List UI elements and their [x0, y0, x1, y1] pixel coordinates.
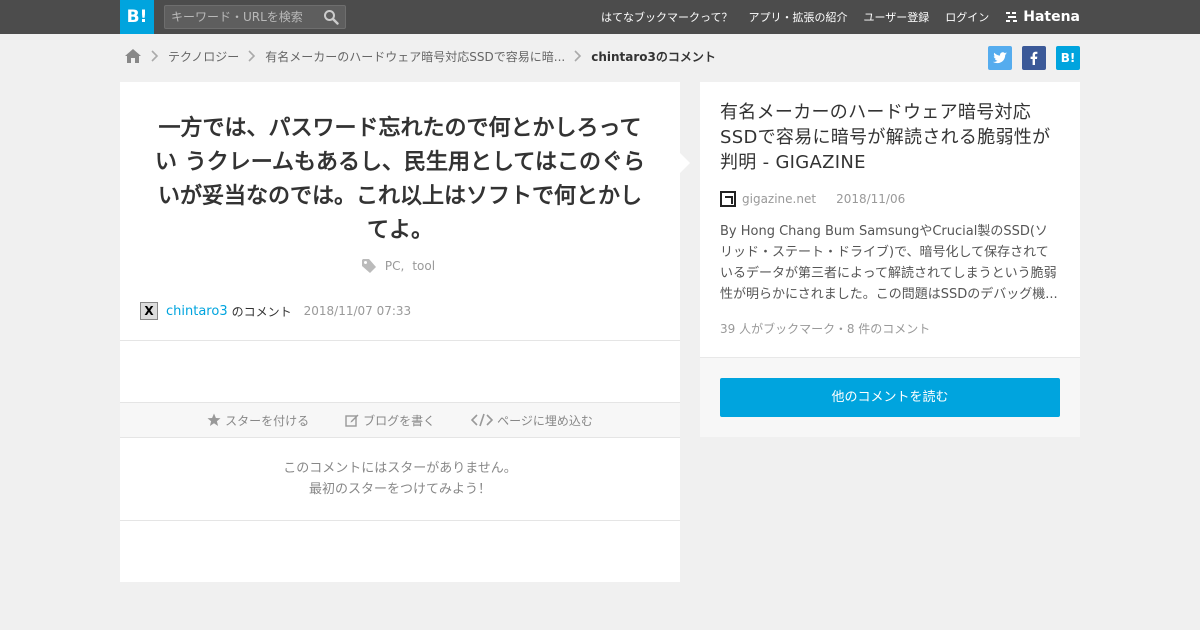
- no-star-message: このコメントにはスターがありません。 最初のスターをつけてみよう！: [120, 458, 680, 500]
- search-icon[interactable]: [323, 9, 339, 25]
- entry-summary: By Hong Chang Bum SamsungやCrucial製のSSD(ソ…: [720, 224, 1058, 302]
- add-star-button[interactable]: スターを付ける: [207, 412, 309, 429]
- no-star-line2: 最初のスターをつけてみよう！: [308, 482, 491, 497]
- add-star-label: スターを付ける: [225, 413, 310, 428]
- hatena-brand[interactable]: Hatena: [1005, 9, 1080, 25]
- user-name-link[interactable]: chintaro3: [166, 304, 228, 319]
- tag-tool[interactable]: tool: [412, 259, 435, 273]
- twitter-icon: [993, 52, 1007, 64]
- tag-icon: [361, 259, 376, 273]
- code-icon: [471, 413, 494, 427]
- home-icon[interactable]: [124, 48, 142, 64]
- hatena-logo-icon: [1006, 12, 1018, 22]
- star-icon: [207, 413, 221, 426]
- hatebu-share-button[interactable]: B!: [1056, 46, 1080, 70]
- read-other-comments-button[interactable]: 他のコメントを読む: [720, 378, 1060, 417]
- breadcrumb-category[interactable]: テクノロジー: [168, 48, 239, 65]
- nav-apps[interactable]: アプリ・拡張の紹介: [748, 9, 847, 25]
- entry-title-link[interactable]: 有名メーカーのハードウェア暗号対応SSDで容易に暗号が解読される脆弱性が判明 -…: [720, 100, 1065, 175]
- share-buttons: B!: [978, 46, 1080, 70]
- tag-list: PC, tool: [120, 258, 680, 274]
- nav-login[interactable]: ログイン: [945, 9, 989, 25]
- embed-button[interactable]: ページに埋め込む: [471, 412, 593, 429]
- facebook-share-button[interactable]: [1022, 46, 1046, 70]
- top-bar: B! はてなブックマークって？ アプリ・拡張の紹介 ユーザー登録 ログイン Ha…: [0, 0, 1200, 34]
- write-blog-button[interactable]: ブログを書く: [345, 412, 435, 429]
- nav-register[interactable]: ユーザー登録: [863, 9, 929, 25]
- comment-user-row: X chintaro3 のコメント 2018/11/07 07:33: [140, 302, 411, 320]
- hatena-brand-label: Hatena: [1023, 9, 1080, 25]
- entry-date: 2018/11/06: [836, 192, 906, 206]
- avatar[interactable]: X: [140, 302, 158, 320]
- comment-actions: スターを付ける ブログを書く ページに埋め込む: [120, 402, 680, 438]
- divider: [120, 520, 680, 521]
- chevron-right-icon: [248, 50, 256, 62]
- write-blog-label: ブログを書く: [363, 413, 436, 428]
- breadcrumb: テクノロジー 有名メーカーのハードウェア暗号対応SSDで容易に暗... chin…: [124, 46, 716, 66]
- divider: [120, 340, 680, 341]
- entry-domain[interactable]: gigazine.net: [742, 192, 816, 206]
- entry-panel-footer: 他のコメントを読む: [700, 357, 1080, 437]
- edit-icon: [345, 414, 359, 427]
- chevron-right-icon: [151, 50, 159, 62]
- user-comment-suffix: のコメント: [231, 304, 292, 319]
- breadcrumb-current: chintaro3のコメント: [591, 49, 716, 64]
- pointer-arrow: [680, 153, 690, 173]
- nav-about[interactable]: はてなブックマークって？: [601, 9, 732, 25]
- entry-counts[interactable]: 39 人がブックマーク・8 件のコメント: [720, 320, 930, 337]
- search-box[interactable]: [164, 5, 346, 29]
- top-nav: はてなブックマークって？ アプリ・拡張の紹介 ユーザー登録 ログイン Haten…: [585, 0, 1080, 34]
- facebook-icon: [1030, 51, 1038, 65]
- comment-date[interactable]: 2018/11/07 07:33: [304, 304, 412, 318]
- comment-card: 一方では、パスワード忘れたので何とかしろってい うクレームもあるし、民生用として…: [120, 82, 680, 582]
- site-favicon-icon: [720, 191, 736, 207]
- comment-text: 一方では、パスワード忘れたので何とかしろってい うクレームもあるし、民生用として…: [155, 116, 645, 243]
- tag-pc[interactable]: PC,: [385, 259, 404, 273]
- no-star-line1: このコメントにはスターがありません。: [283, 461, 517, 476]
- twitter-share-button[interactable]: [988, 46, 1012, 70]
- embed-label: ページに埋め込む: [497, 413, 593, 428]
- hatebu-logo[interactable]: B!: [120, 0, 154, 34]
- search-input[interactable]: [171, 7, 316, 27]
- entry-meta: gigazine.net 2018/11/06: [720, 191, 905, 207]
- chevron-right-icon: [574, 50, 582, 62]
- breadcrumb-entry[interactable]: 有名メーカーのハードウェア暗号対応SSDで容易に暗...: [265, 48, 565, 65]
